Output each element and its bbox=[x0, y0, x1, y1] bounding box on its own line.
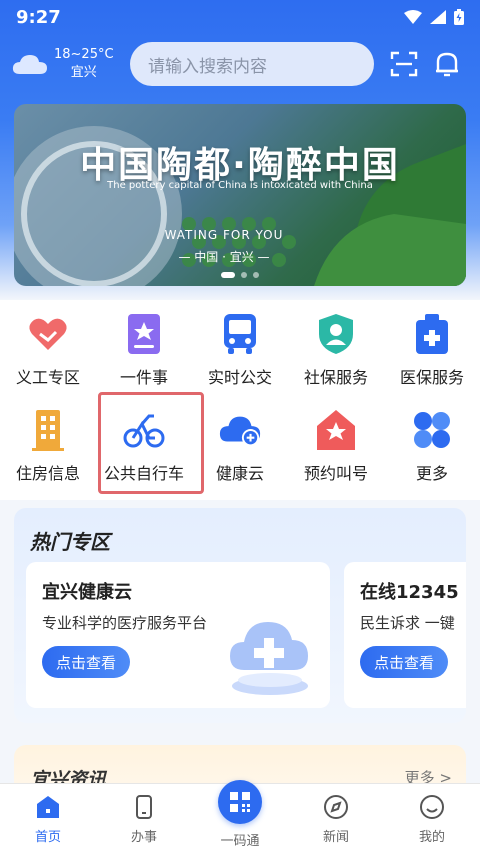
tab-label: 我的 bbox=[418, 830, 445, 845]
hot-section-title: 热门专区 bbox=[30, 530, 110, 554]
tab-label: 办事 bbox=[130, 830, 157, 845]
service-label: 更多 bbox=[415, 464, 448, 483]
highlight-box bbox=[98, 392, 204, 494]
qrcode-icon bbox=[230, 792, 250, 812]
weather-city: 宜兴 bbox=[70, 65, 97, 80]
cloud-plus-icon bbox=[219, 416, 261, 447]
tab-one-code[interactable]: 一码通 bbox=[192, 780, 288, 853]
pagination-dot bbox=[241, 272, 247, 278]
service-housing[interactable]: 住房信息 bbox=[0, 396, 96, 492]
service-label: 预约叫号 bbox=[303, 464, 368, 483]
service-more[interactable]: 更多 bbox=[384, 396, 480, 492]
banner-tagline: WATING FOR YOU bbox=[164, 228, 284, 242]
battery-icon bbox=[454, 9, 464, 25]
service-label: 义工专区 bbox=[15, 368, 80, 387]
service-bus[interactable]: 实时公交 bbox=[192, 300, 288, 396]
hot-card-health-cloud[interactable]: 宜兴健康云 专业科学的医疗服务平台 点击查看 bbox=[26, 562, 330, 708]
status-bar: 9:27 bbox=[0, 0, 480, 34]
phone-icon bbox=[136, 795, 152, 819]
bus-icon bbox=[224, 314, 256, 354]
view-button[interactable]: 点击查看 bbox=[42, 646, 130, 678]
service-appointment[interactable]: 预约叫号 bbox=[288, 396, 384, 492]
bell-icon[interactable] bbox=[434, 50, 460, 78]
service-label: 社保服务 bbox=[303, 368, 368, 387]
search-input[interactable]: 请输入搜索内容 bbox=[130, 42, 374, 86]
hot-section: 热门专区 宜兴健康云 专业科学的医疗服务平台 点击查看 在线12345 民生诉求… bbox=[14, 508, 466, 723]
service-health-cloud[interactable]: 健康云 bbox=[192, 396, 288, 492]
compass-icon bbox=[324, 795, 348, 819]
header: 18~25°C 宜兴 请输入搜索内容 bbox=[0, 38, 480, 90]
banner-tagline-2: — 中国 · 宜兴 — bbox=[178, 250, 270, 264]
tab-services[interactable]: 办事 bbox=[96, 784, 192, 853]
promo-banner[interactable]: 中国陶都·陶醉中国 The pottery capital of China i… bbox=[14, 104, 466, 286]
tab-label: 首页 bbox=[34, 830, 61, 845]
view-button[interactable]: 点击查看 bbox=[360, 646, 448, 678]
tab-home[interactable]: 首页 bbox=[0, 784, 96, 853]
service-label: 健康云 bbox=[215, 464, 264, 483]
banner-pagination bbox=[14, 272, 466, 278]
card-title: 宜兴健康云 bbox=[42, 582, 132, 603]
star-document-icon bbox=[128, 314, 160, 354]
wifi-icon bbox=[404, 10, 422, 24]
pagination-dot-active bbox=[221, 272, 235, 278]
house-star-icon bbox=[317, 410, 355, 450]
weather-temp: 18~25°C bbox=[54, 47, 114, 62]
signal-icon bbox=[430, 10, 446, 24]
tab-news[interactable]: 新闻 bbox=[288, 784, 384, 853]
service-label: 一件事 bbox=[119, 368, 168, 387]
service-grid: 义工专区 一件事 实时公交 社保服务 医保服务 住房信息 公共自行车 健康云 预… bbox=[0, 300, 480, 500]
tab-label: 一码通 bbox=[220, 834, 260, 849]
shield-user-icon bbox=[319, 314, 353, 354]
service-medical-insurance[interactable]: 医保服务 bbox=[384, 300, 480, 396]
service-social-security[interactable]: 社保服务 bbox=[288, 300, 384, 396]
handshake-icon bbox=[29, 318, 67, 350]
building-icon bbox=[32, 410, 64, 451]
grid-more-icon bbox=[414, 412, 450, 448]
card-desc: 民生诉求 一键 bbox=[360, 614, 455, 632]
pagination-dot bbox=[253, 272, 259, 278]
service-label: 实时公交 bbox=[207, 368, 272, 387]
service-one-thing[interactable]: 一件事 bbox=[96, 300, 192, 396]
card-title: 在线12345 bbox=[360, 582, 459, 603]
tab-label: 新闻 bbox=[322, 830, 349, 845]
status-time: 9:27 bbox=[16, 6, 61, 28]
tab-profile[interactable]: 我的 bbox=[384, 784, 480, 853]
smile-icon bbox=[420, 795, 444, 819]
cloud-icon bbox=[12, 55, 47, 74]
home-icon bbox=[37, 796, 59, 818]
cloud-medical-illustration bbox=[230, 622, 308, 695]
service-label: 住房信息 bbox=[15, 464, 80, 483]
bottom-tab-bar: 首页 办事 一码通 新闻 我的 bbox=[0, 780, 480, 853]
scan-icon[interactable] bbox=[390, 50, 418, 78]
status-icons bbox=[404, 9, 464, 25]
weather-widget[interactable]: 18~25°C 宜兴 bbox=[12, 46, 124, 82]
service-label: 医保服务 bbox=[399, 368, 464, 387]
medical-kit-icon bbox=[416, 314, 448, 354]
hot-card-12345[interactable]: 在线12345 民生诉求 一键 点击查看 bbox=[344, 562, 466, 708]
banner-subtitle: The pottery capital of China is intoxica… bbox=[107, 180, 373, 191]
one-code-button[interactable] bbox=[218, 780, 262, 824]
search-placeholder: 请输入搜索内容 bbox=[148, 56, 267, 77]
service-volunteer[interactable]: 义工专区 bbox=[0, 300, 96, 396]
